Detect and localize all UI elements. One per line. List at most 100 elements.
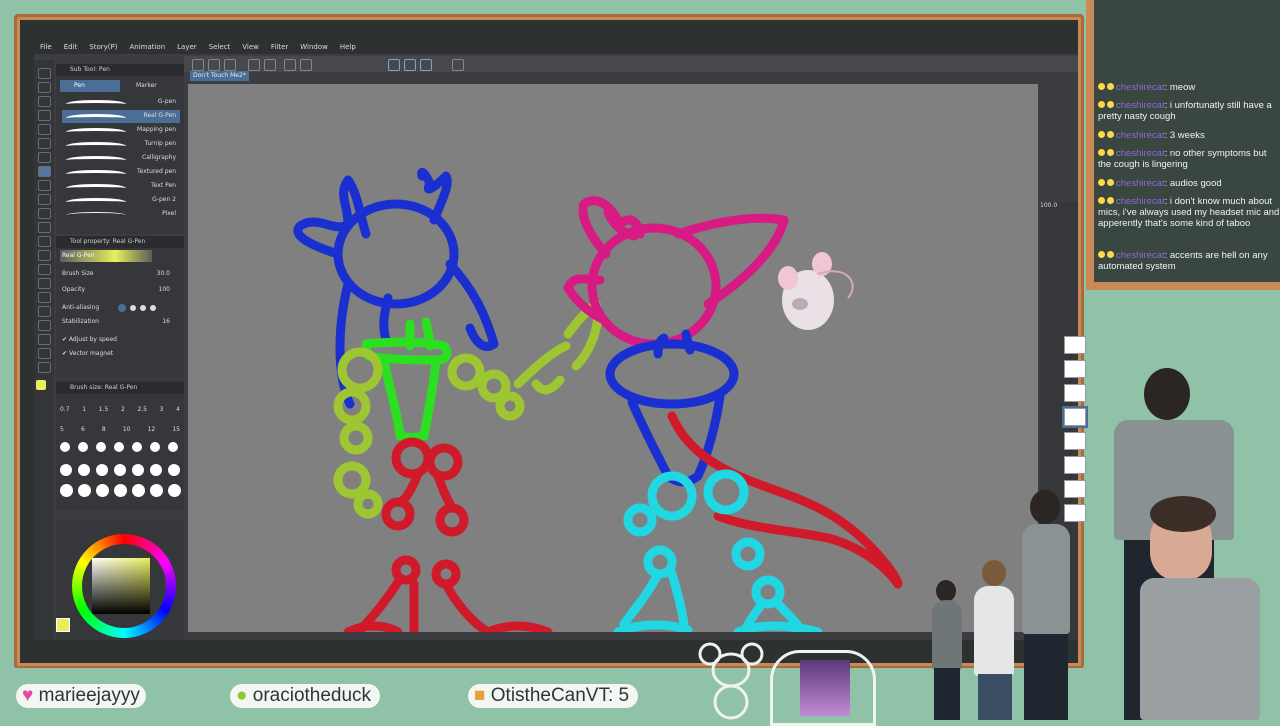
menu-window[interactable]: Window: [294, 40, 334, 54]
line-tool-icon[interactable]: [38, 348, 51, 359]
menu-view[interactable]: View: [236, 40, 265, 54]
stream-chat: cheshirecat: meow cheshirecat: i unfortu…: [1086, 0, 1280, 290]
lasso-tool-icon[interactable]: [38, 138, 51, 149]
brush-tool-icon[interactable]: [38, 194, 51, 205]
size-dot[interactable]: [114, 484, 127, 497]
eraser-tool-icon[interactable]: [38, 222, 51, 233]
operation-tool-icon[interactable]: [38, 96, 51, 107]
layer-opacity-header: 100.0: [1040, 202, 1058, 209]
command-bar: [184, 56, 1078, 72]
selection-tool-icon[interactable]: [38, 124, 51, 135]
size-dot[interactable]: [96, 442, 106, 452]
size-dot[interactable]: [132, 464, 144, 476]
tab-pen[interactable]: Pen: [60, 80, 120, 92]
brush-calligraphy[interactable]: Calligraphy: [62, 152, 180, 165]
layer-thumb[interactable]: [1064, 384, 1086, 402]
size-dot[interactable]: [96, 464, 108, 476]
current-color-swatch[interactable]: [56, 618, 70, 632]
hand-tool-icon[interactable]: [38, 82, 51, 93]
clip-studio-window: File Edit Story(P) Animation Layer Select View…: [34, 40, 1078, 640]
size-dot[interactable]: [150, 484, 163, 497]
opacity-row[interactable]: Opacity 100: [62, 286, 178, 293]
size-dot[interactable]: [168, 464, 180, 476]
undo-icon[interactable]: [248, 59, 260, 71]
figure-tool-icon[interactable]: [38, 278, 51, 289]
zoom-tool-icon[interactable]: [38, 68, 51, 79]
menu-animation[interactable]: Animation: [123, 40, 171, 54]
redo-icon[interactable]: [264, 59, 276, 71]
menu-file[interactable]: File: [34, 40, 58, 54]
menu-filter[interactable]: Filter: [265, 40, 294, 54]
brush-turnip-pen[interactable]: Turnip pen: [62, 138, 180, 151]
size-dot[interactable]: [132, 442, 142, 452]
grid-icon[interactable]: [420, 59, 432, 71]
layer-thumb[interactable]: [1064, 336, 1086, 354]
save-icon[interactable]: [224, 59, 236, 71]
menu-edit[interactable]: Edit: [58, 40, 84, 54]
move-tool-icon[interactable]: [38, 110, 51, 121]
vector-magnet-checkbox[interactable]: ✔ Vector magnet: [62, 350, 178, 357]
share-icon[interactable]: [452, 59, 464, 71]
brush-textured-pen[interactable]: Textured pen: [62, 166, 180, 179]
size-dot[interactable]: [168, 484, 181, 497]
main-color-swatch[interactable]: [36, 380, 46, 390]
size-dot[interactable]: [78, 442, 88, 452]
size-dot[interactable]: [150, 464, 162, 476]
size-dot[interactable]: [150, 442, 160, 452]
pen-tool-icon[interactable]: [38, 166, 51, 177]
menu-layer[interactable]: Layer: [171, 40, 203, 54]
frame-tool-icon[interactable]: [38, 292, 51, 303]
size-dot[interactable]: [60, 464, 72, 476]
size-dot[interactable]: [114, 464, 126, 476]
drawing-canvas[interactable]: [188, 84, 1038, 637]
stabilization-row[interactable]: Stabilization 16: [62, 318, 178, 325]
open-icon[interactable]: [208, 59, 220, 71]
size-dot[interactable]: [168, 442, 178, 452]
antialiasing-row[interactable]: Anti-aliasing: [62, 304, 178, 312]
layer-thumb[interactable]: [1064, 432, 1086, 450]
brush-real-g-pen[interactable]: Real G-Pen: [62, 110, 180, 123]
brush-text-pen[interactable]: Text Pen: [62, 180, 180, 193]
brush-g-pen-2[interactable]: G-pen 2: [62, 194, 180, 207]
layer-thumb[interactable]: [1064, 456, 1086, 474]
transform-icon[interactable]: [300, 59, 312, 71]
tab-marker[interactable]: Marker: [122, 80, 180, 92]
ruler-icon[interactable]: [404, 59, 416, 71]
brush-mapping-pen[interactable]: Mapping pen: [62, 124, 180, 137]
menu-story[interactable]: Story(P): [83, 40, 123, 54]
size-dot[interactable]: [96, 484, 109, 497]
size-dot[interactable]: [78, 464, 90, 476]
size-dot[interactable]: [60, 484, 73, 497]
layer-thumb-selected[interactable]: [1064, 408, 1086, 426]
fill-tool-icon[interactable]: [38, 250, 51, 261]
pencil-tool-icon[interactable]: [38, 180, 51, 191]
gradient-tool-icon[interactable]: [38, 264, 51, 275]
menu-help[interactable]: Help: [334, 40, 362, 54]
layer-thumb[interactable]: [1064, 360, 1086, 378]
size-dot[interactable]: [132, 484, 145, 497]
canvas-tab[interactable]: Don't Touch Me2*: [190, 71, 249, 81]
settings-icon[interactable]: [284, 59, 296, 71]
size-dot[interactable]: [114, 442, 124, 452]
new-icon[interactable]: [192, 59, 204, 71]
text-tool-icon[interactable]: [38, 320, 51, 331]
size-dot[interactable]: [60, 442, 70, 452]
tool-property-header: Tool property: Real G-Pen: [56, 236, 184, 248]
size-dot[interactable]: [78, 484, 91, 497]
snap-icon[interactable]: [388, 59, 400, 71]
adjust-by-speed-checkbox[interactable]: ✔ Adjust by speed: [62, 336, 178, 343]
layer-thumb[interactable]: [1064, 480, 1086, 498]
brush-size-row[interactable]: Brush Size 30.0: [62, 270, 178, 277]
mouse-sticker: [778, 252, 854, 330]
brush-g-pen[interactable]: G-pen: [62, 96, 180, 109]
blend-tool-icon[interactable]: [38, 236, 51, 247]
brush-pixel[interactable]: Pixel: [62, 208, 180, 221]
menu-select[interactable]: Select: [203, 40, 237, 54]
eyedropper-tool-icon[interactable]: [38, 152, 51, 163]
layer-thumb[interactable]: [1064, 504, 1086, 522]
ruler-tool-icon[interactable]: [38, 306, 51, 317]
saturation-value-square[interactable]: [92, 558, 150, 614]
correct-line-tool-icon[interactable]: [38, 362, 51, 373]
airbrush-tool-icon[interactable]: [38, 208, 51, 219]
balloon-tool-icon[interactable]: [38, 334, 51, 345]
